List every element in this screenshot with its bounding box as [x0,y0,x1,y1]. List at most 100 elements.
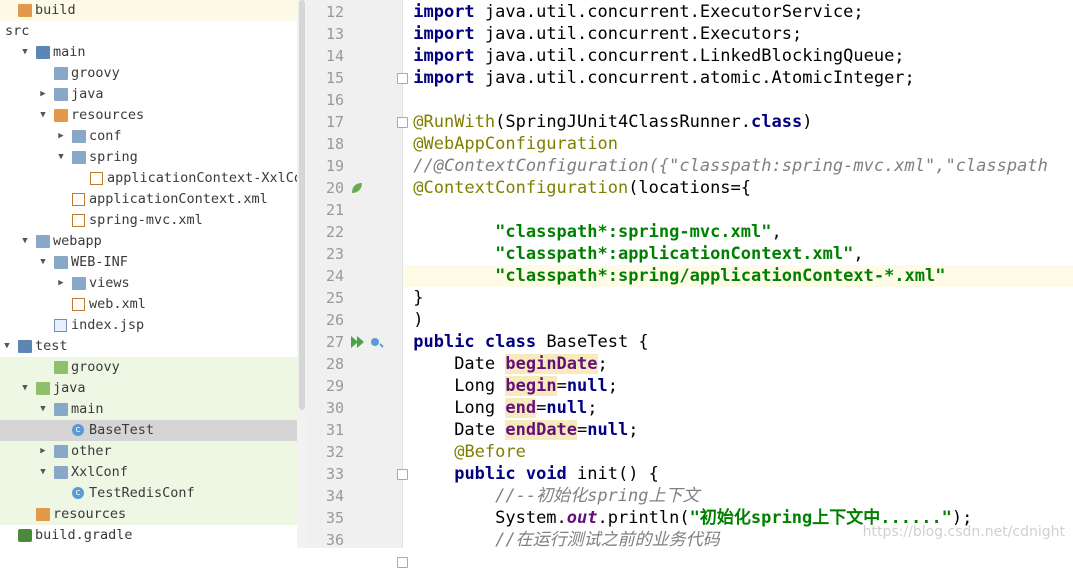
code-line[interactable]: "classpath*:spring-mvc.xml", [403,221,1073,243]
chevron-down-icon[interactable]: ▼ [56,147,66,168]
tree-item[interactable]: ▶ conf [0,126,297,147]
tree-item[interactable]: ▼ webapp [0,231,297,252]
tree-item-label: index.jsp [71,317,145,333]
tree-item[interactable]: ▼ main [0,399,297,420]
chevron-down-icon[interactable]: ▼ [20,231,30,252]
chevron-down-icon[interactable]: ▼ [20,378,30,399]
code-line[interactable]: @RunWith(SpringJUnit4ClassRunner.class) [403,111,1073,133]
code-line[interactable]: //--初始化spring上下文 [403,485,1073,507]
fold-marker-icon[interactable] [397,557,408,568]
code-line[interactable]: @Before [403,441,1073,463]
code-line[interactable]: Date endDate=null; [403,419,1073,441]
code-editor[interactable]: import java.util.concurrent.ExecutorServ… [403,0,1073,548]
code-token: endDate [505,420,578,440]
xml-file-icon [72,214,85,227]
tree-item[interactable]: ▶ other [0,441,297,462]
code-line[interactable]: ) [403,309,1073,331]
code-token: "classpath*:spring/applicationContext-*.… [495,266,946,286]
chevron-down-icon[interactable]: ▼ [38,462,48,483]
run-test-icon[interactable] [350,334,384,353]
tree-item[interactable]: build [0,0,297,21]
line-number: 21 [325,201,344,219]
chevron-right-icon[interactable]: ▶ [56,126,66,147]
spring-bean-icon[interactable] [350,180,364,199]
code-line[interactable]: Long begin=null; [403,375,1073,397]
tree-item[interactable]: ▼ spring [0,147,297,168]
code-line[interactable]: @ContextConfiguration(locations={ [403,177,1073,199]
line-number: 29 [325,377,344,395]
folder-icon [54,466,68,479]
code-line[interactable] [403,89,1073,111]
tree-item[interactable]: ▼ test [0,336,297,357]
tree-item[interactable]: ▶ java [0,84,297,105]
code-line[interactable] [403,199,1073,221]
line-number: 25 [325,289,344,307]
code-line[interactable]: //@ContextConfiguration({"classpath:spri… [403,155,1073,177]
code-line[interactable]: } [403,287,1073,309]
tree-item-label: web.xml [89,296,146,312]
code-token: import [413,68,475,88]
tree-item[interactable]: ▼ WEB-INF [0,252,297,273]
tree-item[interactable]: src [0,21,297,42]
chevron-right-icon[interactable]: ▶ [56,273,66,294]
chevron-down-icon[interactable]: ▼ [38,105,48,126]
code-token: //在运行测试之前的业务代码 [495,530,720,548]
code-token: Long [413,376,506,396]
line-number: 15 [325,69,344,87]
tree-item-label: main [53,44,86,60]
xml-file-icon [72,193,85,206]
tree-item[interactable]: ▼ resources [0,105,297,126]
code-line[interactable]: import java.util.concurrent.LinkedBlocki… [403,45,1073,67]
code-line[interactable]: import java.util.concurrent.Executors; [403,23,1073,45]
code-line[interactable]: import java.util.concurrent.atomic.Atomi… [403,67,1073,89]
tree-item[interactable]: build.gradle [0,525,297,546]
tree-item[interactable]: index.jsp [0,315,297,336]
chevron-down-icon[interactable]: ▼ [20,42,30,63]
chevron-right-icon[interactable]: ▶ [38,441,48,462]
chevron-down-icon[interactable]: ▼ [2,336,12,357]
tree-item[interactable]: web.xml [0,294,297,315]
code-token: java.util.concurrent.Executors; [474,24,803,44]
code-line[interactable]: Date beginDate; [403,353,1073,375]
code-line[interactable]: public void init() { [403,463,1073,485]
tree-item[interactable]: ▼ java [0,378,297,399]
tree-item[interactable]: ▼ XxlConf [0,462,297,483]
tree-item[interactable]: c TestRedisConf [0,483,297,504]
chevron-down-icon[interactable]: ▼ [38,252,48,273]
chevron-down-icon[interactable]: ▼ [38,399,48,420]
project-tree-scrollbar-thumb[interactable] [299,0,305,410]
code-line[interactable]: import java.util.concurrent.ExecutorServ… [403,1,1073,23]
folder-icon [72,130,86,143]
tree-item[interactable]: c BaseTest [0,420,297,441]
tree-item[interactable]: applicationContext.xml [0,189,297,210]
tree-item[interactable]: resources [0,504,297,525]
code-token: System. [413,508,567,528]
code-token: ; [628,420,639,440]
code-line[interactable]: Long end=null; [403,397,1073,419]
tree-item[interactable]: groovy [0,63,297,84]
tree-item[interactable]: ▶ views [0,273,297,294]
tree-item-label: groovy [71,359,120,375]
code-token: public class [413,332,537,352]
line-number: 23 [325,245,344,263]
tree-item[interactable]: groovy [0,357,297,378]
code-line[interactable]: public class BaseTest { [403,331,1073,353]
code-line[interactable]: "classpath*:spring/applicationContext-*.… [403,265,1073,287]
tree-item[interactable]: ▼ main [0,42,297,63]
chevron-right-icon[interactable]: ▶ [38,84,48,105]
tree-item[interactable]: applicationContext-XxlConf.xml [0,168,297,189]
code-line[interactable]: "classpath*:applicationContext.xml", [403,243,1073,265]
code-line[interactable]: @WebAppConfiguration [403,133,1073,155]
tree-item-label: applicationContext-XxlConf.xml [107,170,297,186]
tree-item[interactable]: spring-mvc.xml [0,210,297,231]
code-token: java.util.concurrent.ExecutorService; [474,2,864,22]
code-token: } [413,288,424,308]
